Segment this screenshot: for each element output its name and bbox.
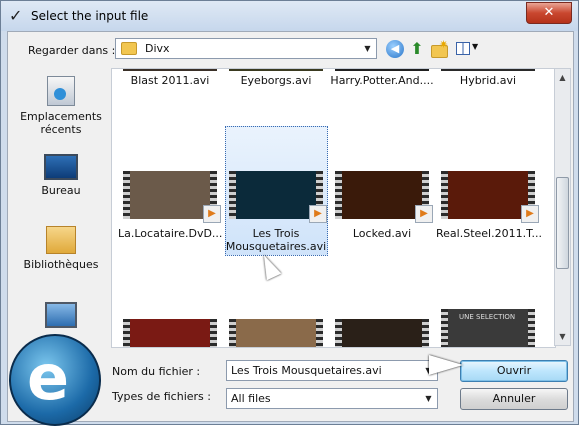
place-recent[interactable]: Emplacements récents (13, 76, 109, 136)
views-button[interactable]: ▼ (456, 40, 482, 58)
place-libraries[interactable]: Bibliothèques (13, 226, 109, 271)
film-strip (316, 319, 323, 347)
pointer-arrow-icon (429, 355, 463, 375)
look-in-value: Divx (145, 42, 170, 55)
film-strip (441, 171, 448, 219)
filetype-value: All files (231, 392, 271, 405)
video-thumbnail: UNE SELECTION (441, 309, 535, 347)
file-list[interactable]: Blast 2011.avi Eyeborgs.avi Harry.Potter… (111, 68, 556, 348)
place-computer[interactable] (13, 302, 109, 332)
new-folder-button[interactable]: ✷ (430, 38, 449, 58)
window-title: Select the input file (31, 9, 149, 23)
video-thumbnail (229, 69, 323, 71)
look-in-label: Regarder dans : (28, 44, 116, 57)
file-name: Real.Steel.2011.T... (436, 227, 542, 240)
up-folder-button[interactable]: ⬆ (408, 40, 426, 58)
checkmark-icon: ✓ (9, 6, 23, 25)
file-name: Harry.Potter.And.... (330, 74, 434, 87)
film-strip (229, 171, 236, 219)
file-name: Blast 2011.avi (130, 74, 210, 87)
back-button[interactable]: ◀ (386, 40, 404, 58)
filetype-select[interactable]: All files ▼ (226, 388, 438, 409)
film-strip (210, 319, 217, 347)
title-bar[interactable]: ✓ Select the input file ✕ (1, 1, 578, 31)
recent-places-icon (47, 76, 75, 106)
film-strip (335, 171, 342, 219)
cancel-button[interactable]: Annuler (460, 388, 568, 410)
film-strip (422, 319, 429, 347)
video-thumbnail (335, 69, 429, 71)
file-name: Hybrid.avi (459, 74, 517, 87)
video-thumbnail (441, 69, 535, 71)
chevron-down-icon: ▼ (472, 42, 479, 51)
file-name: Les Trois Mousquetaires.avi (225, 227, 327, 253)
video-thumbnail (123, 319, 217, 347)
file-name: La.Locataire.DvD... (118, 227, 223, 240)
scroll-down-icon[interactable]: ▼ (555, 328, 570, 345)
app-logo-icon: e (9, 334, 101, 426)
filetype-label: Types de fichiers : (112, 390, 211, 403)
play-icon: ▶ (309, 205, 327, 223)
chevron-down-icon: ▼ (425, 394, 432, 403)
views-grid-icon (456, 42, 470, 55)
file-name: Locked.avi (352, 227, 412, 240)
video-thumbnail (335, 319, 429, 347)
film-strip (123, 171, 130, 219)
play-icon: ▶ (203, 205, 221, 223)
play-icon: ▶ (521, 205, 539, 223)
scroll-up-icon[interactable]: ▲ (555, 69, 570, 86)
places-bar: Emplacements récents Bureau Bibliothèque… (13, 68, 109, 346)
film-strip (441, 309, 448, 347)
close-button[interactable]: ✕ (526, 2, 572, 24)
dialog-window: ✓ Select the input file ✕ Regarder dans … (0, 0, 579, 426)
scroll-thumb[interactable] (556, 177, 569, 269)
place-label: Emplacements récents (20, 110, 102, 136)
up-arrow-icon: ⬆ (410, 39, 424, 58)
thumbnail-caption: UNE SELECTION (459, 313, 516, 321)
video-thumbnail: ▶ (441, 171, 539, 223)
film-strip (335, 319, 342, 347)
play-icon: ▶ (415, 205, 433, 223)
video-thumbnail (229, 319, 323, 347)
video-thumbnail: ▶ (229, 171, 327, 223)
film-strip (229, 319, 236, 347)
filename-input[interactable]: Les Trois Mousquetaires.avi ▼ (226, 360, 438, 381)
place-desktop[interactable]: Bureau (13, 154, 109, 197)
look-in-combo[interactable]: Divx ▼ (115, 38, 377, 59)
place-label: Bureau (41, 184, 81, 197)
video-thumbnail (123, 69, 217, 71)
filename-value: Les Trois Mousquetaires.avi (231, 364, 382, 377)
file-name: Eyeborgs.avi (240, 74, 312, 87)
film-strip (123, 319, 130, 347)
vertical-scrollbar[interactable]: ▲ ▼ (554, 68, 571, 346)
chevron-down-icon: ▼ (364, 44, 371, 53)
folder-icon (121, 42, 137, 55)
video-thumbnail: ▶ (123, 171, 221, 223)
film-strip (528, 309, 535, 347)
back-arrow-icon: ◀ (390, 42, 400, 55)
computer-icon (45, 302, 77, 328)
open-button[interactable]: Ouvrir (460, 360, 568, 382)
place-label: Bibliothèques (23, 258, 99, 271)
desktop-icon (44, 154, 78, 180)
video-thumbnail: ▶ (335, 171, 433, 223)
sparkle-icon: ✷ (439, 38, 449, 51)
filename-label: Nom du fichier : (112, 365, 201, 378)
libraries-icon (46, 226, 76, 254)
